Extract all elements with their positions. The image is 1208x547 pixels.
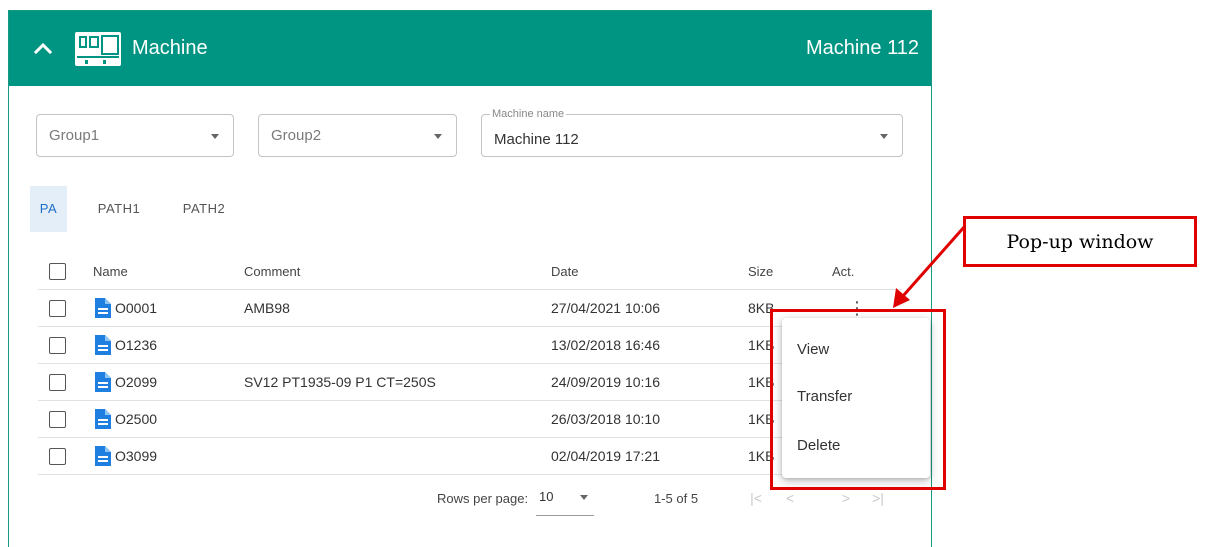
tab-pa[interactable]: PA [30, 186, 67, 232]
chevron-right-icon[interactable]: > [835, 487, 857, 509]
document-icon [95, 446, 111, 466]
document-icon [95, 335, 111, 355]
row-checkbox[interactable] [49, 447, 66, 465]
pagination-range: 1-5 of 5 [654, 491, 699, 506]
group2-value: Group2 [271, 127, 322, 144]
column-header-act: Act. [832, 264, 855, 279]
column-header-name[interactable]: Name [93, 254, 128, 289]
tab-label: PATH2 [182, 201, 226, 216]
rows-per-page-label: Rows per page: [437, 491, 529, 506]
file-name[interactable]: O2500 [115, 411, 157, 427]
rows-per-page-select[interactable]: 10 [536, 484, 594, 516]
tab-label: PA [39, 201, 58, 216]
last-page-icon[interactable]: >| [867, 487, 889, 509]
file-date: 27/04/2021 10:06 [551, 300, 660, 316]
annotation-highlight-box [770, 309, 946, 490]
file-name[interactable]: O1236 [115, 337, 157, 353]
file-comment: SV12 PT1935-09 P1 CT=250S [244, 374, 436, 390]
file-date: 02/04/2019 17:21 [551, 448, 660, 464]
panel-header: Machine Machine 112 [9, 11, 931, 86]
column-header-size[interactable]: Size [748, 254, 773, 289]
row-checkbox[interactable] [49, 410, 66, 428]
row-checkbox[interactable] [49, 373, 66, 391]
callout-text: Pop-up window [1006, 230, 1154, 253]
document-icon [95, 409, 111, 429]
file-date: 26/03/2018 10:10 [551, 411, 660, 427]
row-checkbox[interactable] [49, 336, 66, 354]
caret-down-icon [211, 134, 219, 139]
tab-path1[interactable]: PATH1 [89, 186, 149, 232]
annotation-callout: Pop-up window [963, 216, 1197, 267]
select-all-checkbox[interactable] [49, 263, 66, 280]
tab-label: PATH1 [97, 201, 141, 216]
group1-select[interactable]: Group1 [36, 114, 234, 157]
rows-per-page-value: 10 [539, 489, 554, 504]
machine-name-legend: Machine name [490, 108, 567, 120]
caret-down-icon [434, 134, 442, 139]
file-date: 13/02/2018 16:46 [551, 337, 660, 353]
document-icon [95, 298, 111, 318]
column-header-date[interactable]: Date [551, 254, 578, 289]
caret-down-icon [880, 134, 888, 139]
table-header-row: Name Comment Date Size Act. [38, 254, 902, 290]
column-header-comment[interactable]: Comment [244, 254, 300, 289]
chevron-left-icon[interactable]: < [779, 487, 801, 509]
machine-icon [75, 32, 121, 66]
file-name[interactable]: O0001 [115, 300, 157, 316]
caret-down-icon [580, 495, 588, 500]
document-icon [95, 372, 111, 392]
first-page-icon[interactable]: |< [745, 487, 767, 509]
machine-name-select[interactable]: Machine name Machine 112 [481, 108, 903, 157]
row-checkbox[interactable] [49, 299, 66, 317]
panel-title: Machine [132, 37, 208, 59]
chevron-up-icon[interactable] [31, 36, 55, 60]
header-machine-label: Machine 112 [805, 37, 919, 59]
tab-path2[interactable]: PATH2 [174, 186, 234, 232]
group1-value: Group1 [49, 127, 100, 144]
machine-name-value: Machine 112 [494, 131, 579, 148]
group2-select[interactable]: Group2 [258, 114, 457, 157]
file-comment: AMB98 [244, 300, 290, 316]
file-name[interactable]: O2099 [115, 374, 157, 390]
file-date: 24/09/2019 10:16 [551, 374, 660, 390]
file-name[interactable]: O3099 [115, 448, 157, 464]
